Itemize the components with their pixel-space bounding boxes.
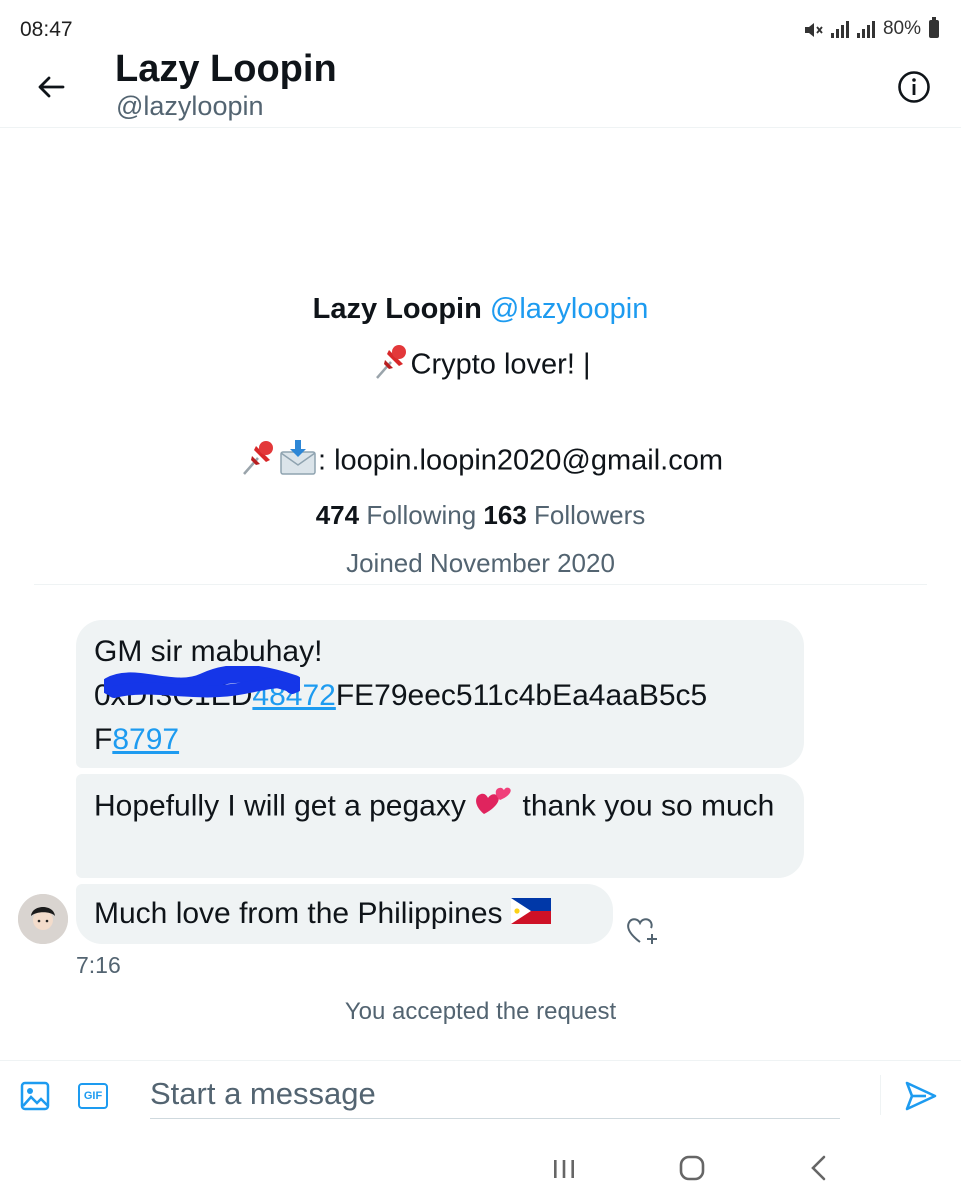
signal-icon [830,20,849,38]
add-reaction-button[interactable] [624,914,660,946]
message-text-tail: thank you so much [514,789,775,823]
message-text: Much love from the Philippines [94,897,511,930]
info-icon [898,71,930,103]
redaction-scribble [104,666,300,698]
send-button[interactable] [904,1079,938,1113]
following-label[interactable]: Following [366,500,476,530]
follow-stats: 474 Following 163 Followers [0,498,961,532]
accepted-request-notice: You accepted the request [344,998,617,1025]
divider [34,584,927,585]
message-composer: GIF [0,1060,961,1132]
message-bubble[interactable]: Much love from the Philippines [76,884,613,944]
bio-text-1: Crypto lover! | [410,348,591,381]
bio-line-2: : loopin.loopin2020@gmail.com [0,438,961,486]
home-icon [679,1155,705,1181]
profile-handle[interactable]: @lazyloopin [490,293,648,325]
status-time: 08:47 [20,18,73,41]
followers-count[interactable]: 163 [483,500,526,530]
mute-icon [803,19,823,39]
pushpin-icon [371,342,411,390]
send-icon [905,1081,937,1111]
header-handle: @lazyloopin [116,91,264,121]
signal-4g-icon [856,20,875,38]
joined-date: Joined November 2020 [346,548,615,578]
media-button[interactable] [20,1081,50,1111]
avatar[interactable] [18,894,68,944]
bio-email: : loopin.loopin2020@gmail.com [317,444,724,477]
message-input[interactable] [150,1069,840,1119]
chevron-left-icon [811,1155,826,1181]
arrow-left-icon [38,76,65,98]
gif-button[interactable]: GIF [78,1083,108,1109]
message-timestamp: 7:16 [76,952,121,978]
message-text: Hopefully I will get a pegaxy [94,789,475,823]
conversation-header: Lazy Loopin @lazyloopin [0,44,961,128]
pushpin-icon [238,438,278,486]
battery-icon [929,17,939,38]
wallet-address-line-2: F8797 [94,718,784,762]
following-count[interactable]: 474 [316,500,359,530]
divider [880,1075,881,1115]
wallet-address-prefix: F [94,723,113,756]
followers-label[interactable]: Followers [534,500,645,530]
back-button[interactable] [34,70,68,104]
bio-line-1: Crypto lover! | [0,342,961,390]
wallet-address-rest: FE79eec511c4bEa4aaB5c5 [335,679,708,712]
header-name: Lazy Loopin [115,48,337,90]
home-button[interactable] [678,1154,706,1182]
image-icon [20,1081,50,1111]
two-hearts-icon [474,784,514,831]
heart-plus-icon [627,918,657,944]
envelope-icon [278,438,318,486]
profile-summary: Lazy Loopin @lazyloopin Crypto lover! | … [0,290,961,580]
battery-percent: 80% [882,18,921,39]
recent-apps-button[interactable] [551,1158,577,1180]
system-navigation-bar [0,1140,961,1200]
philippines-flag-icon [510,893,551,937]
profile-name[interactable]: Lazy Loopin [313,293,482,325]
system-back-button[interactable] [808,1154,830,1182]
address-link[interactable]: 8797 [112,723,179,756]
recents-icon [554,1160,574,1178]
status-icons: 80% [803,17,939,40]
message-bubble[interactable]: Hopefully I will get a pegaxy thank you … [76,774,804,878]
info-button[interactable] [897,70,931,104]
